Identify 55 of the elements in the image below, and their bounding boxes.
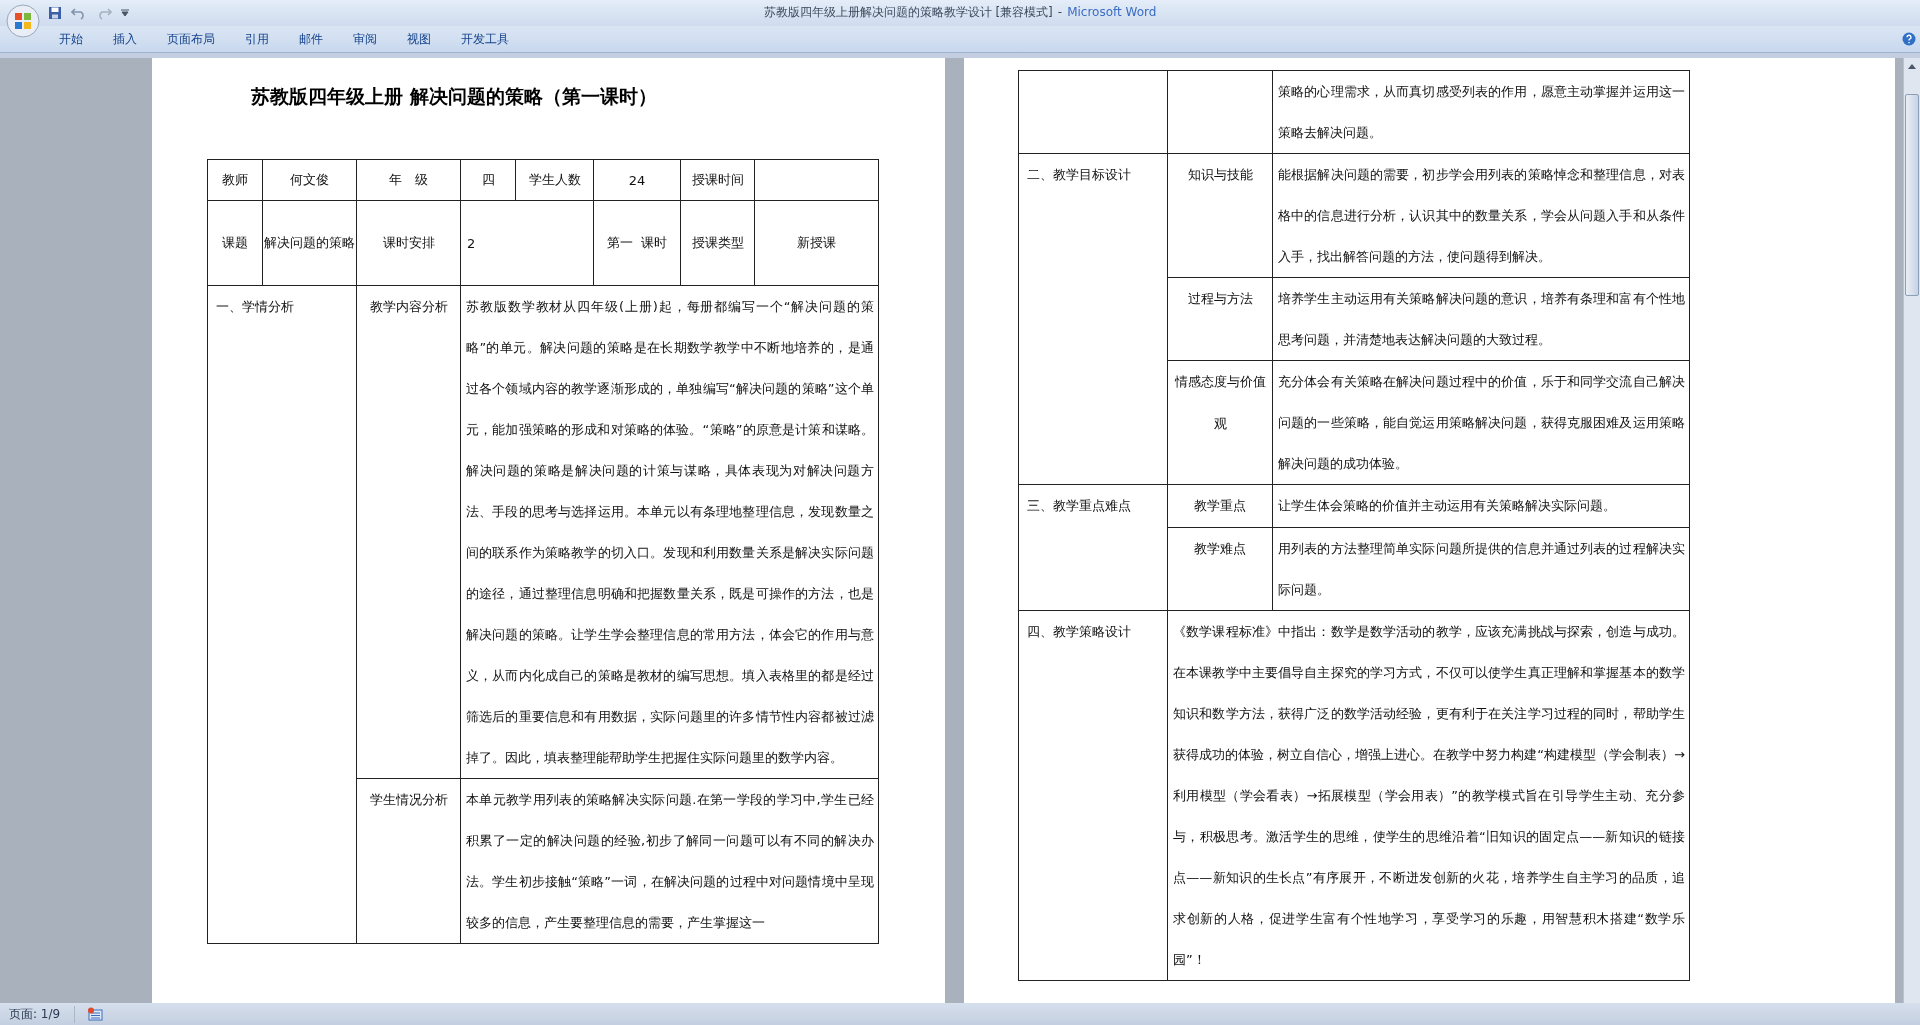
table-cell: 年 级 — [389, 172, 428, 187]
section-title: 一、学情分析 — [216, 299, 294, 314]
macro-record-icon[interactable] — [87, 1007, 104, 1021]
subsection-label: 教学重点 — [1194, 498, 1246, 513]
table-cell: 2 — [467, 235, 476, 251]
ribbon-tab[interactable]: 引用 — [232, 28, 282, 50]
section-text: 充分体会有关策略在解决问题过程中的价值，乐于和同学交流自己解决问题的一些策略，能自觉运用策略解决问题，获得克服困难及运用策略解决问题的成功体验。 — [1278, 373, 1685, 473]
vertical-scrollbar[interactable] — [1903, 58, 1920, 1003]
subsection-label: 过程与方法 — [1187, 291, 1253, 306]
table-cell-text: 解决问题的策略 — [264, 234, 355, 253]
table-cell: 24 — [628, 172, 646, 188]
section-text: 策略的心理需求，从而真切感受列表的作用，愿意主动掌握并运用这一策略去解决问题。 — [1278, 83, 1685, 142]
customize-caret-icon[interactable] — [121, 9, 129, 17]
undo-icon[interactable] — [71, 6, 87, 20]
table-cell: 课题 — [222, 235, 248, 250]
ribbon-tab[interactable]: 开始 — [46, 28, 96, 50]
subsection-label: 教学难点 — [1194, 540, 1246, 556]
scroll-thumb[interactable] — [1905, 94, 1919, 296]
subsection-label: 教学内容分析 — [369, 299, 448, 314]
section-text: 培养学生主动运用有关策略解决问题的意识，培养有条理和富有个性地思考问题，并清楚地表达解决问题的大致过程。 — [1278, 290, 1685, 349]
table-cell: 授课类型 — [691, 235, 744, 250]
section-text: 苏教版数学教材从四年级(上册)起，每册都编写一个“解决问题的策略”的单元。解决问题的策略是在长期数学教学中不断地培养的，是通过各个领域内容的教学逐渐形成的，单独编写“解决问题的策略”这个单元，能加强策略的形成和对策略的体验。“策略”的原意是计策和谋略。解决问题的策略是解决问题的计策与谋略，具体表现为对解决问题方法、手段的思考与选择运用。本单元以有条理地整理信息，发现数量之间的联系作为策略教学的切入口。发现和利用数量关系是解决实际问题的途径，通过整理信息明确和把握数量关系，既是可操作的方法，也是解决问题的策略。让学生学会整理信息的常用方法，体会它的作用与意义，从而内化成自己的策略是教材的编写思想。填入表格里的都是经过筛选后的重要信息和有用数据，实际问题里的许多情节性内容都被过滤掉了。因此，填表整理能帮助学生把握住实际问题里的数学内容。 — [466, 298, 874, 767]
section-text: 用列表的方法整理简单实际问题所提供的信息并通过列表的过程解决实际问题。 — [1278, 539, 1685, 599]
table-cell: 学生人数 — [528, 172, 581, 187]
ribbon-tab[interactable]: 审阅 — [340, 28, 390, 50]
window-title: 苏教版四年级上册解决问题的策略教学设计 [兼容模式] — [763, 5, 1053, 19]
section-title: 二、教学目标设计 — [1027, 167, 1131, 182]
table-cell: 第一 课时 — [606, 235, 668, 250]
section-text: 本单元教学用列表的策略解决实际问题.在第一学段的学习中,学生已经积累了一定的解决问题的经验,初步了解同一问题可以有不同的解决办法。学生初步接触“策略”一词，在解决问题的过程中对问题情境中呈现较多的信息，产生要整理信息的需要，产生掌握这一 — [466, 791, 874, 932]
document-heading: 苏教版四年级上册 解决问题的策略（第一课时） — [250, 84, 658, 109]
subsection-label: 情感态度与价值观 — [1174, 374, 1266, 431]
ribbon-tab[interactable]: 邮件 — [286, 28, 336, 50]
app-name: Microsoft Word — [1067, 5, 1157, 19]
section-title: 四、教学策略设计 — [1027, 623, 1131, 639]
page-indicator[interactable]: 页面: 1/9 — [0, 1005, 76, 1023]
table-cell: 课时安排 — [382, 235, 435, 250]
subsection-label: 知识与技能 — [1187, 167, 1253, 182]
save-icon[interactable] — [48, 6, 62, 20]
help-icon[interactable] — [1902, 32, 1916, 46]
title-separator: - — [1057, 5, 1063, 19]
table-cell: 四 — [481, 172, 495, 187]
section-text: 能根据解决问题的需要，初步学会用列表的策略悼念和整理信息，对表格中的信息进行分析，认识其中的数量关系，学会从问题入手和从条件入手，找出解答问题的方法，使问题得到解决。 — [1278, 166, 1685, 266]
ribbon-tab[interactable]: 开发工具 — [448, 28, 522, 50]
section-text: 《数学课程标准》中指出：数学是数学活动的教学，应该充满挑战与探索，创造与成功。在本课教学中主要倡导自主探究的学习方式，不仅可以使学生真正理解和掌握基本的数学知识和数学方法，获得广泛的数学活动经验，更有利于在关注学习过程的同时，帮助学生获得成功的体验，树立自信心，增强上进心。在教学中努力构建“构建模型（学会制表）→利用模型（学会看表）→拓展模型（学会用表）”的教学模式旨在引导学生主动、充分参与，积极思考。激活学生的思维，使学生的思维沿着“旧知识的固定点——新知识的链接点——新知识的生长点”有序展开，不断迸发创新的火花，培养学生自主学习的品质，追求创新的人格，促进学生富有个性地学习，享受学习的乐趣，用智慧积木搭建“数学乐园”！ — [1173, 622, 1685, 969]
table-cell: 新授课 — [797, 235, 836, 250]
section-text: 让学生体会策略的价值并主动运用有关策略解决实际问题。 — [1278, 497, 1617, 515]
scroll-up-icon[interactable] — [1907, 62, 1917, 70]
table-cell: 何文俊 — [290, 172, 329, 187]
subsection-label: 学生情况分析 — [369, 792, 448, 807]
table-cell: 教师 — [222, 172, 248, 187]
section-title: 三、教学重点难点 — [1027, 498, 1131, 513]
ribbon-tab[interactable]: 页面布局 — [154, 28, 228, 50]
ribbon-tab[interactable]: 插入 — [100, 28, 150, 50]
ribbon-tab[interactable]: 视图 — [394, 28, 444, 50]
table-cell: 授课时间 — [691, 172, 744, 187]
